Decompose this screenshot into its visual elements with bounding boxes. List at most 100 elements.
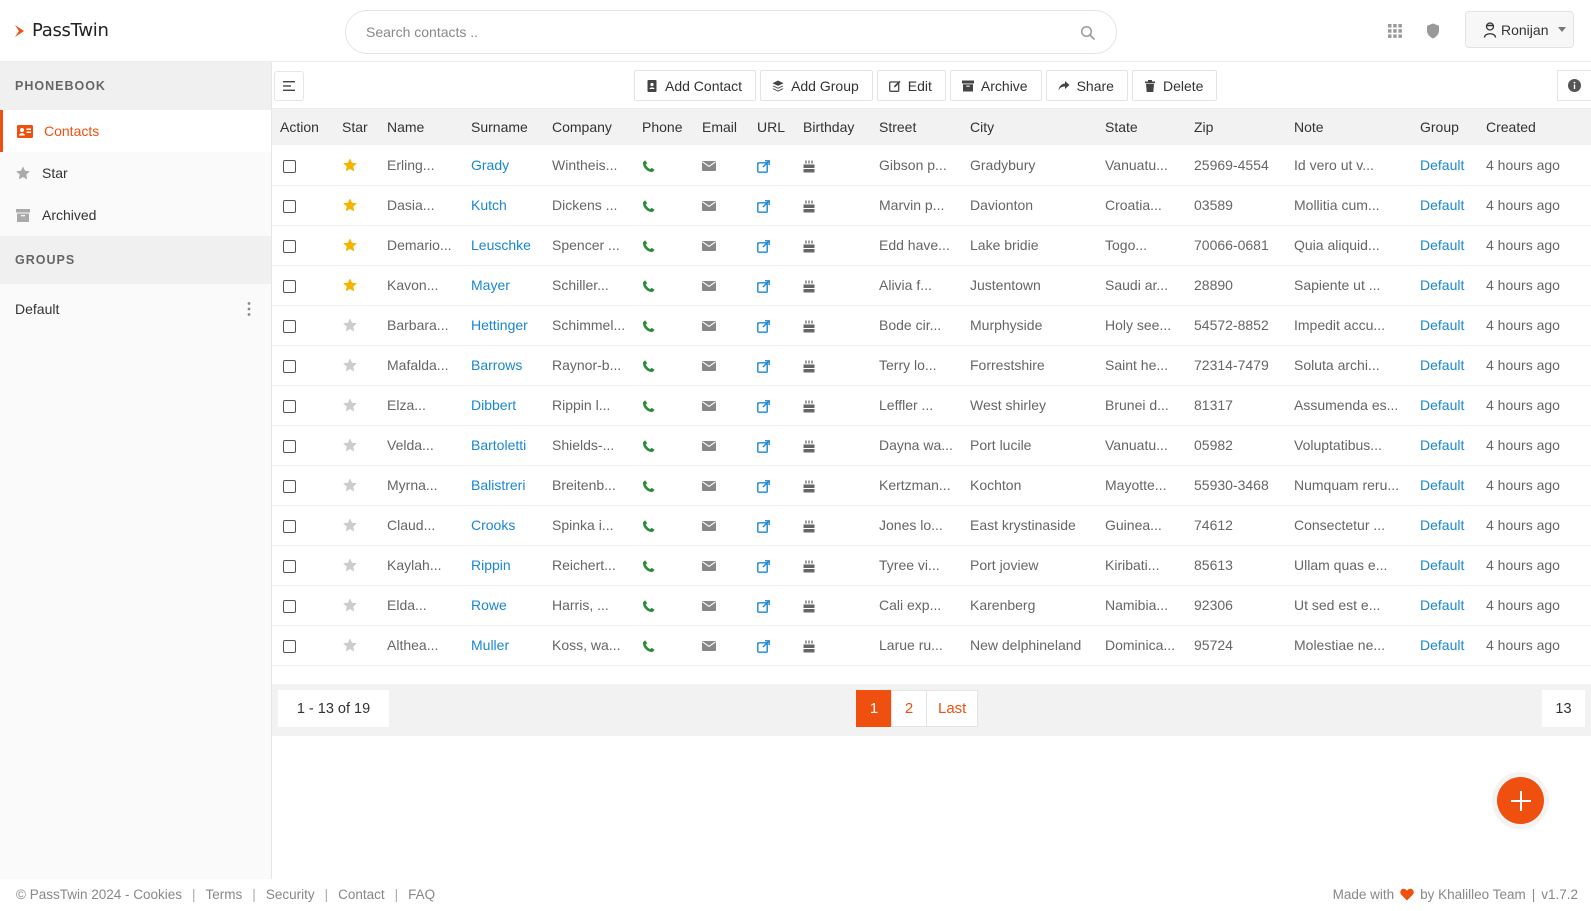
row-checkbox[interactable] (283, 640, 296, 654)
table-row[interactable]: Elza... Dibbert Rippin l... Leffler ... West… (272, 385, 1591, 425)
group-link[interactable]: Default (1412, 425, 1478, 465)
envelope-icon[interactable] (702, 437, 716, 453)
envelope-icon[interactable] (702, 597, 716, 613)
archive-button[interactable]: Archive (949, 70, 1042, 101)
row-checkbox[interactable] (283, 280, 296, 294)
star-filled-icon[interactable] (342, 277, 358, 293)
envelope-icon[interactable] (702, 557, 716, 573)
column-header-zip[interactable]: Zip (1186, 109, 1286, 145)
external-link-icon[interactable] (757, 157, 770, 173)
column-header-star[interactable]: Star (334, 109, 379, 145)
credits-text[interactable]: by Khalilleo Team (1420, 887, 1526, 902)
group-link[interactable]: Default (1412, 345, 1478, 385)
column-header-company[interactable]: Company (544, 109, 634, 145)
star-empty-icon[interactable] (342, 397, 358, 413)
birthday-cake-icon[interactable] (803, 517, 815, 533)
kebab-menu-icon[interactable] (247, 301, 251, 317)
external-link-icon[interactable] (757, 477, 770, 493)
column-header-state[interactable]: State (1097, 109, 1186, 145)
external-link-icon[interactable] (757, 637, 770, 653)
row-checkbox[interactable] (283, 240, 296, 254)
star-empty-icon[interactable] (342, 477, 358, 493)
external-link-icon[interactable] (757, 397, 770, 413)
phone-icon[interactable] (642, 597, 655, 613)
phone-icon[interactable] (642, 317, 655, 333)
table-row[interactable]: Myrna... Balistreri Breitenb... Kertzman...… (272, 465, 1591, 505)
phone-icon[interactable] (642, 357, 655, 373)
delete-button[interactable]: Delete (1131, 70, 1218, 101)
add-contact-button[interactable]: Add Contact (634, 70, 757, 101)
external-link-icon[interactable] (757, 237, 770, 253)
surname-link[interactable]: Crooks (463, 505, 544, 545)
envelope-icon[interactable] (702, 477, 716, 493)
row-checkbox[interactable] (283, 360, 296, 374)
sidebar-item-contacts[interactable]: Contacts (0, 110, 271, 152)
envelope-icon[interactable] (702, 237, 716, 253)
apps-grid-icon[interactable] (1388, 24, 1402, 38)
surname-link[interactable]: Barrows (463, 345, 544, 385)
surname-link[interactable]: Hettinger (463, 305, 544, 345)
row-checkbox[interactable] (283, 560, 296, 574)
group-link[interactable]: Default (1412, 385, 1478, 425)
shield-icon[interactable] (1426, 23, 1440, 39)
phone-icon[interactable] (642, 557, 655, 573)
star-empty-icon[interactable] (342, 597, 358, 613)
birthday-cake-icon[interactable] (803, 477, 815, 493)
row-checkbox[interactable] (283, 320, 296, 334)
phone-icon[interactable] (642, 157, 655, 173)
surname-link[interactable]: Dibbert (463, 385, 544, 425)
column-header-note[interactable]: Note (1286, 109, 1412, 145)
footer-copyright[interactable]: © PassTwin 2024 - Cookies (16, 887, 182, 902)
add-group-button[interactable]: Add Group (760, 70, 873, 101)
birthday-cake-icon[interactable] (803, 277, 815, 293)
column-header-street[interactable]: Street (871, 109, 962, 145)
per-page-count[interactable]: 13 (1542, 690, 1585, 727)
group-link[interactable]: Default (1412, 265, 1478, 305)
sidebar-item-star[interactable]: Star (0, 152, 271, 194)
column-header-email[interactable]: Email (694, 109, 749, 145)
external-link-icon[interactable] (757, 357, 770, 373)
star-filled-icon[interactable] (342, 237, 358, 253)
row-checkbox[interactable] (283, 200, 296, 214)
surname-link[interactable]: Kutch (463, 185, 544, 225)
birthday-cake-icon[interactable] (803, 157, 815, 173)
toggle-sidebar-button[interactable] (274, 71, 304, 101)
group-item-default[interactable]: Default (0, 284, 271, 334)
birthday-cake-icon[interactable] (803, 357, 815, 373)
table-row[interactable]: Althea... Muller Koss, wa... Larue ru... New… (272, 625, 1591, 665)
info-button[interactable] (1557, 70, 1591, 101)
footer-link-contact[interactable]: Contact (338, 887, 385, 902)
table-row[interactable]: Velda... Bartoletti Shields-... Dayna wa...… (272, 425, 1591, 465)
footer-link-faq[interactable]: FAQ (408, 887, 435, 902)
envelope-icon[interactable] (702, 317, 716, 333)
phone-icon[interactable] (642, 477, 655, 493)
phone-icon[interactable] (642, 197, 655, 213)
group-link[interactable]: Default (1412, 505, 1478, 545)
group-link[interactable]: Default (1412, 465, 1478, 505)
star-empty-icon[interactable] (342, 437, 358, 453)
row-checkbox[interactable] (283, 400, 296, 414)
surname-link[interactable]: Balistreri (463, 465, 544, 505)
search-input[interactable] (366, 22, 1046, 42)
envelope-icon[interactable] (702, 157, 716, 173)
surname-link[interactable]: Rowe (463, 585, 544, 625)
birthday-cake-icon[interactable] (803, 397, 815, 413)
star-empty-icon[interactable] (342, 557, 358, 573)
page-button-2[interactable]: 2 (891, 690, 927, 727)
surname-link[interactable]: Bartoletti (463, 425, 544, 465)
birthday-cake-icon[interactable] (803, 597, 815, 613)
phone-icon[interactable] (642, 397, 655, 413)
row-checkbox[interactable] (283, 160, 296, 174)
column-header-phone[interactable]: Phone (634, 109, 694, 145)
star-filled-icon[interactable] (342, 197, 358, 213)
phone-icon[interactable] (642, 637, 655, 653)
row-checkbox[interactable] (283, 480, 296, 494)
star-empty-icon[interactable] (342, 317, 358, 333)
table-row[interactable]: Mafalda... Barrows Raynor-b... Terry lo... F… (272, 345, 1591, 385)
table-row[interactable]: Claud... Crooks Spinka i... Jones lo... East… (272, 505, 1591, 545)
table-row[interactable]: Dasia... Kutch Dickens ... Marvin p... Davio… (272, 185, 1591, 225)
table-row[interactable]: Elda... Rowe Harris, ... Cali exp... Karenbe… (272, 585, 1591, 625)
column-header-group[interactable]: Group (1412, 109, 1478, 145)
column-header-surname[interactable]: Surname (463, 109, 544, 145)
birthday-cake-icon[interactable] (803, 637, 815, 653)
